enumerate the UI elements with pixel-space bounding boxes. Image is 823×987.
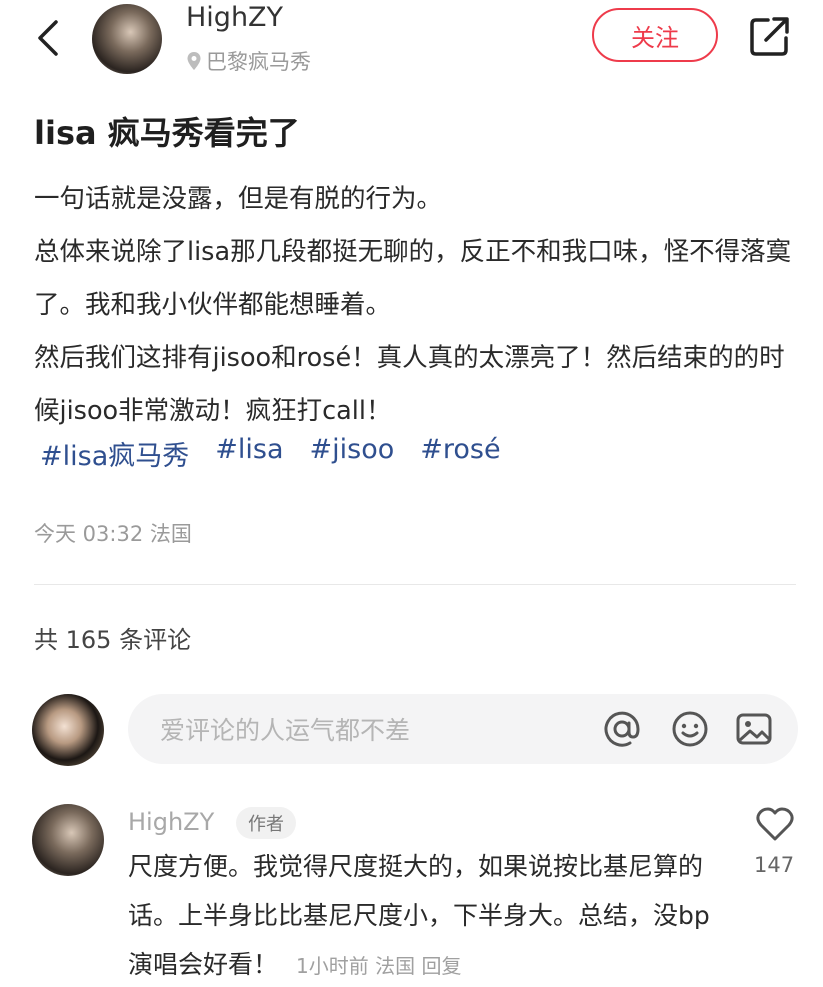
author-badge: 作者	[236, 807, 296, 839]
at-icon[interactable]	[602, 709, 642, 749]
author-name[interactable]: HighZY	[186, 2, 283, 33]
comment-count: 共 165 条评论	[34, 626, 192, 654]
post-paragraph: 总体来说除了lisa那几段都挺无聊的，反正不和我口味，怪不得落寞了。我和我小伙伴…	[34, 237, 792, 320]
post-title: lisa 疯马秀看完了	[34, 114, 300, 152]
comment-author-avatar[interactable]	[32, 804, 104, 876]
post-tags: #lisa疯马秀 #lisa #jisoo #rosé	[40, 434, 501, 473]
heart-icon[interactable]	[755, 806, 795, 842]
share-icon	[750, 17, 789, 56]
post-paragraph: 然后我们这排有jisoo和rosé！真人真的太漂亮了！然后结束的的时候jisoo…	[34, 343, 785, 426]
hashtag-link[interactable]: #rosé	[420, 434, 500, 473]
location-pin-icon	[187, 52, 201, 70]
note-detail-page: HighZY 巴黎疯马秀 关注 lisa 疯马秀看完了 一句话就是没露，但是有脱…	[0, 0, 823, 987]
image-icon[interactable]	[734, 709, 774, 749]
hashtag-link[interactable]: #lisa	[215, 434, 283, 473]
divider	[34, 584, 796, 585]
chevron-left-icon	[38, 20, 58, 56]
current-user-avatar	[32, 694, 104, 766]
emoji-icon[interactable]	[670, 709, 710, 749]
back-button[interactable]	[34, 18, 64, 58]
post-meta: 今天 03:32 法国	[34, 522, 192, 546]
like-count: 147	[754, 853, 795, 877]
hashtag-link[interactable]: #lisa疯马秀	[40, 434, 189, 473]
hashtag-link[interactable]: #jisoo	[310, 434, 395, 473]
comment-text: 尺度方便。我觉得尺度挺大的，如果说按比基尼算的话。上半身比比基尼尺度小，下半身大…	[128, 842, 718, 987]
share-button[interactable]	[748, 14, 792, 58]
header: HighZY 巴黎疯马秀 关注	[0, 0, 823, 80]
follow-button[interactable]: 关注	[592, 8, 718, 62]
post-location[interactable]: 巴黎疯马秀	[186, 46, 311, 76]
comment-time: 1小时前	[296, 954, 369, 978]
comment-location: 法国	[375, 954, 416, 978]
location-label: 巴黎疯马秀	[206, 50, 311, 74]
post-paragraph: 一句话就是没露，但是有脱的行为。	[34, 184, 443, 214]
author-avatar[interactable]	[92, 4, 162, 74]
reply-button[interactable]: 回复	[421, 954, 461, 978]
comment-author-name[interactable]: HighZY	[128, 808, 214, 836]
comment-input[interactable]	[158, 694, 582, 766]
comment-input-box[interactable]	[128, 694, 798, 766]
comment-meta: 1小时前 法国 回复	[296, 954, 461, 978]
post-body: 一句话就是没露，但是有脱的行为。 总体来说除了lisa那几段都挺无聊的，反正不和…	[34, 173, 804, 438]
